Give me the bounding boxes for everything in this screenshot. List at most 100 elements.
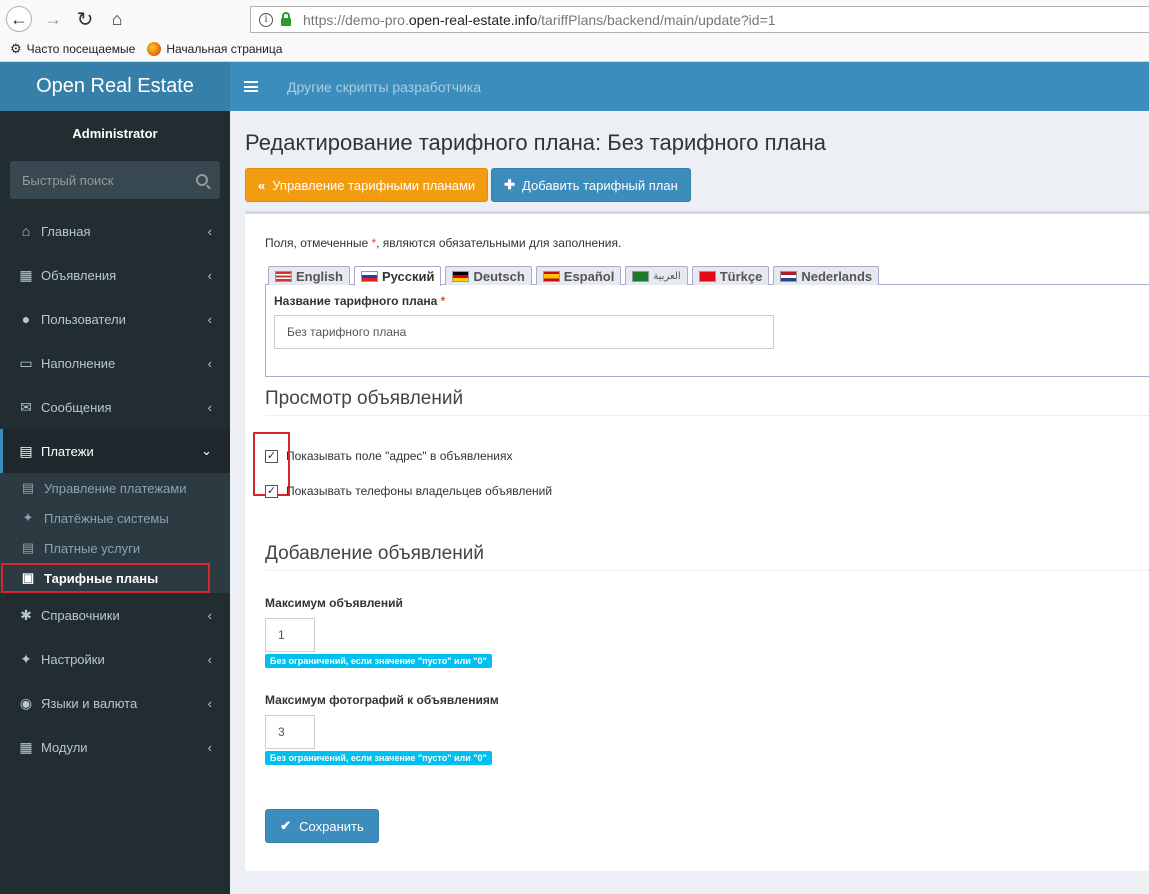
check-icon: ✔ [280, 818, 292, 833]
sidebar-item-label: Пользователи [41, 311, 126, 327]
show-phones-checkbox[interactable]: ✓ [265, 484, 278, 498]
sidebar-item-references[interactable]: ✱ Справочники ‹ [0, 593, 230, 637]
sidebar-item-label: Справочники [41, 607, 120, 623]
flag-nl-icon [780, 270, 798, 282]
firefox-icon [147, 42, 162, 56]
sidebar-item-label: Языки и валюта [41, 695, 138, 711]
folder-open-icon: ▭ [19, 354, 33, 371]
url-prefix: https://demo-pro. [303, 11, 409, 28]
sidebar-item-payments[interactable]: ▤ Платежи ⌄ [0, 429, 230, 473]
home-icon[interactable]: ⌂ [104, 6, 130, 32]
tab-espanol[interactable]: Español [535, 266, 622, 285]
sidebar-subitem-payment-systems[interactable]: ✦ Платёжные системы [0, 503, 230, 533]
sidebar-item-content[interactable]: ▭ Наполнение ‹ [0, 341, 230, 385]
sidebar-item-label: Главная [41, 223, 91, 239]
url-path: /tariffPlans/backend/main/update?id=1 [537, 11, 776, 28]
main-content: Редактирование тарифного плана: Без тари… [230, 111, 1149, 894]
wrench-icon: ✦ [22, 510, 34, 525]
bookmark-start-page[interactable]: Начальная страница [147, 41, 282, 57]
sidebar-item-languages[interactable]: ◉ Языки и валюта ‹ [0, 681, 230, 725]
browser-toolbar: ← → ↻ ⌂ i https://demo-pro. open-real-est… [0, 0, 1149, 62]
logo[interactable]: Open Real Estate [0, 62, 230, 111]
chevron-down-icon: ⌄ [201, 443, 212, 458]
max-photos-hint: Без ограничений, если значение "пусто" и… [265, 751, 492, 765]
button-label: Управление тарифными планами [272, 177, 476, 193]
search-input[interactable]: Быстрый поиск [10, 161, 220, 199]
sidebar-item-settings[interactable]: ✦ Настройки ‹ [0, 637, 230, 681]
lock-icon [281, 11, 291, 26]
url-host: open-real-estate.info [408, 11, 538, 28]
tab-turkce[interactable]: Türkçe [691, 266, 770, 285]
envelope-icon: ✉ [20, 398, 32, 415]
language-tabs: English Русский Deutsch Español العربية … [265, 266, 1149, 286]
sidebar-item-label: Объявления [41, 267, 117, 283]
max-ads-input[interactable]: 1 [265, 618, 315, 652]
show-address-row: ✓ Показывать поле "адрес" в объявлениях [253, 432, 1149, 496]
add-tariff-plan-button[interactable]: ✚ Добавить тарифный план [491, 168, 691, 202]
section-add-listings: Добавление объявлений [265, 543, 1149, 571]
name-label: Название тарифного плана * [274, 294, 1141, 308]
top-navbar: Другие скрипты разработчика [230, 62, 1149, 111]
max-photos-label: Максимум фотографий к объявлениям [265, 693, 499, 707]
tab-label: Nederlands [801, 268, 873, 284]
globe-icon: ◉ [19, 694, 33, 711]
chevron-left-icon: ‹ [207, 223, 212, 239]
chevron-left-icon: ‹ [207, 739, 212, 755]
sidebar: Open Real Estate Administrator Быстрый п… [0, 62, 230, 894]
required-note: Поля, отмеченные *, являются обязательны… [265, 236, 1149, 250]
tab-russian[interactable]: Русский [353, 266, 442, 286]
flag-de-icon [452, 270, 470, 282]
tab-label: العربية [653, 270, 681, 282]
forward-arrow-icon[interactable]: → [40, 6, 66, 32]
button-label: Добавить тарифный план [522, 177, 678, 193]
grid-icon: ▦ [19, 266, 33, 283]
tab-nederlands[interactable]: Nederlands [773, 266, 880, 285]
sidebar-item-label: Наполнение [41, 355, 116, 371]
checkbox-label[interactable]: Показывать телефоны владельцев объявлени… [286, 484, 552, 498]
tab-label: Türkçe [719, 268, 763, 284]
back-arrow-icon[interactable]: ← [6, 6, 32, 32]
tab-label: Русский [381, 269, 435, 284]
sidebar-subitem-label: Управление платежами [44, 480, 187, 496]
max-photos-input[interactable]: 3 [265, 715, 315, 749]
sidebar-item-home[interactable]: ⌂ Главная ‹ [0, 209, 230, 253]
sidebar-subitem-paid-services[interactable]: ▤ Платные услуги [0, 533, 230, 563]
address-bar[interactable]: i https://demo-pro. open-real-estate.info… [250, 6, 1149, 33]
sidebar-item-listings[interactable]: ▦ Объявления ‹ [0, 253, 230, 297]
sidebar-item-messages[interactable]: ✉ Сообщения ‹ [0, 385, 230, 429]
sidebar-item-modules[interactable]: ▦ Модули ‹ [0, 725, 230, 769]
user-icon: ● [21, 311, 31, 327]
tab-arabic[interactable]: العربية [625, 266, 688, 285]
show-phones-row: ✓ Показывать телефоны владельцев объявле… [265, 481, 1149, 501]
tab-english[interactable]: English [268, 266, 350, 285]
other-scripts-link[interactable]: Другие скрипты разработчика [287, 79, 481, 95]
bookmark-label: Часто посещаемые [26, 42, 136, 56]
gear-icon: ⚙ [10, 41, 22, 56]
chevron-left-icon: ‹ [207, 311, 212, 327]
tariff-name-input[interactable]: Без тарифного плана [274, 315, 774, 349]
tab-deutsch[interactable]: Deutsch [445, 266, 532, 285]
sidebar-subitem-tariff-plans[interactable]: ▣ Тарифные планы [0, 563, 230, 593]
search-icon[interactable] [196, 174, 208, 186]
modules-grid-icon: ▦ [19, 738, 33, 755]
cart-icon: ▤ [19, 442, 33, 459]
bookmark-most-visited[interactable]: ⚙ Часто посещаемые [10, 41, 135, 57]
sidebar-item-label: Настройки [41, 651, 105, 667]
max-ads-hint: Без ограничений, если значение "пусто" и… [265, 654, 492, 668]
save-button[interactable]: ✔ Сохранить [265, 809, 379, 843]
double-chevron-left-icon: « [258, 177, 266, 193]
hamburger-menu-icon[interactable] [244, 81, 258, 92]
form-box: Поля, отмеченные * , являются обязательны… [245, 211, 1149, 871]
required-note-post: , являются обязательными для заполнения. [376, 236, 622, 250]
checkbox-label[interactable]: Показывать поле "адрес" в объявлениях [286, 449, 512, 463]
manage-tariff-plans-button[interactable]: « Управление тарифными планами [245, 168, 489, 202]
chevron-left-icon: ‹ [207, 695, 212, 711]
sidebar-subitem-label: Тарифные планы [44, 570, 159, 586]
sidebar-item-users[interactable]: ● Пользователи ‹ [0, 297, 230, 341]
info-icon[interactable]: i [259, 12, 273, 27]
reload-icon[interactable]: ↻ [72, 6, 98, 32]
action-buttons: « Управление тарифными планами ✚ Добавить … [245, 168, 1134, 202]
sidebar-subitem-payment-management[interactable]: ▤ Управление платежами [0, 473, 230, 503]
flag-es-icon [542, 270, 560, 282]
home-icon: ⌂ [21, 223, 31, 239]
